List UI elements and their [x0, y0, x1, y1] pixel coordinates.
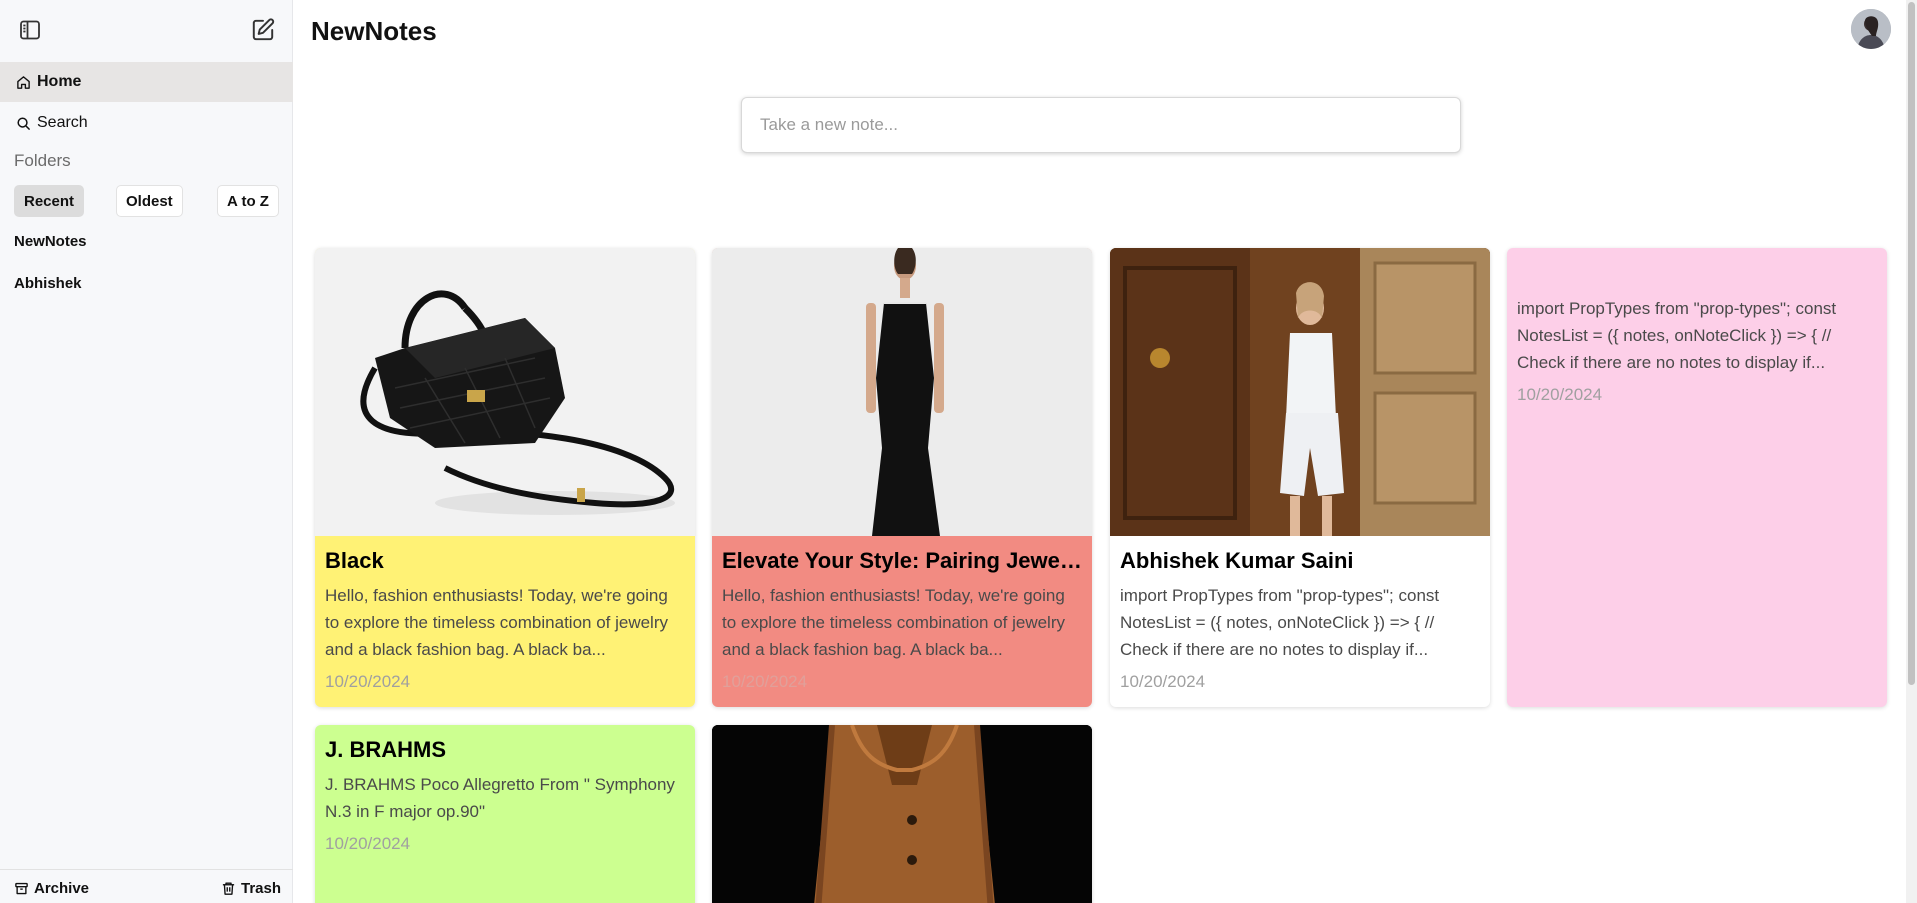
sort-recent-button[interactable]: Recent — [14, 185, 85, 217]
trash-button[interactable]: Trash — [221, 880, 281, 897]
note-image-white-outfit — [1110, 248, 1490, 536]
note-date: 10/20/2024 — [1517, 385, 1603, 404]
sidebar-item-label: Home — [37, 73, 82, 90]
note-date: 10/20/2024 — [325, 834, 411, 853]
note-image-handbag — [315, 248, 695, 536]
archive-button[interactable]: Archive — [14, 880, 89, 897]
note-image-leather-coat — [712, 725, 1092, 903]
folder-item-abhishek[interactable]: Abhishek — [14, 275, 82, 292]
scrollbar-thumb[interactable] — [1908, 2, 1915, 685]
home-icon — [17, 75, 30, 89]
search-icon — [17, 116, 30, 130]
note-title: Black — [325, 548, 384, 573]
avatar[interactable] — [1851, 9, 1891, 49]
archive-icon — [15, 882, 28, 895]
note-text: J. BRAHMS Poco Allegretto From " Symphon… — [325, 775, 675, 821]
note-text: import PropTypes from "prop-types"; cons… — [1120, 586, 1440, 659]
note-date: 10/20/2024 — [325, 672, 411, 691]
sidebar-item-search[interactable]: Search — [0, 103, 293, 143]
note-date: 10/20/2024 — [722, 672, 808, 691]
page-scrollbar[interactable] — [1906, 0, 1917, 903]
note-text: import PropTypes from "prop-types"; cons… — [1517, 299, 1837, 372]
trash-label: Trash — [241, 880, 282, 897]
note-body: Black Hello, fashion enthusiasts! Today,… — [315, 536, 695, 702]
sort-a-to-z-button[interactable]: A to Z — [217, 185, 279, 217]
note-text: Hello, fashion enthusiasts! Today, we're… — [722, 586, 1065, 659]
note-body: J. BRAHMS J. BRAHMS Poco Allegretto From… — [315, 725, 695, 864]
new-note-icon[interactable] — [248, 15, 278, 45]
note-card[interactable]: Abhishek Kumar Saini import PropTypes fr… — [1110, 248, 1490, 707]
note-title: Abhishek Kumar Saini — [1120, 548, 1354, 573]
note-body: Abhishek Kumar Saini import PropTypes fr… — [1110, 536, 1490, 702]
note-body: import PropTypes from "prop-types"; cons… — [1507, 248, 1887, 415]
note-card[interactable] — [712, 725, 1092, 903]
sort-oldest-button[interactable]: Oldest — [116, 185, 183, 217]
note-title: J. BRAHMS — [325, 737, 447, 762]
note-card[interactable]: Black Hello, fashion enthusiasts! Today,… — [315, 248, 695, 707]
sidebar-item-home[interactable]: Home — [0, 62, 293, 102]
sidebar-footer: Archive Trash — [0, 869, 293, 903]
archive-label: Archive — [34, 880, 90, 897]
sidebar-header — [0, 0, 293, 60]
sidebar-toggle-icon[interactable] — [15, 15, 45, 45]
new-note-input[interactable] — [741, 97, 1461, 153]
note-text: Hello, fashion enthusiasts! Today, we're… — [325, 586, 668, 659]
folders-heading: Folders — [14, 151, 71, 170]
app-root: Home Search Folders Recent Oldest A to Z… — [0, 0, 1917, 903]
note-image-black-dress — [712, 248, 1092, 536]
sidebar: Home Search Folders Recent Oldest A to Z… — [0, 0, 293, 903]
app-title: NewNotes — [311, 16, 437, 46]
note-title: Elevate Your Style: Pairing Jewel... — [722, 548, 1082, 573]
trash-icon — [222, 882, 235, 895]
folder-item-newnotes[interactable]: NewNotes — [14, 233, 87, 250]
note-body: Elevate Your Style: Pairing Jewel... Hel… — [712, 536, 1092, 702]
sidebar-item-label: Search — [37, 114, 88, 131]
note-card[interactable]: import PropTypes from "prop-types"; cons… — [1507, 248, 1887, 707]
note-card[interactable]: J. BRAHMS J. BRAHMS Poco Allegretto From… — [315, 725, 695, 903]
note-date: 10/20/2024 — [1120, 672, 1206, 691]
note-card[interactable]: Elevate Your Style: Pairing Jewel... Hel… — [712, 248, 1092, 707]
